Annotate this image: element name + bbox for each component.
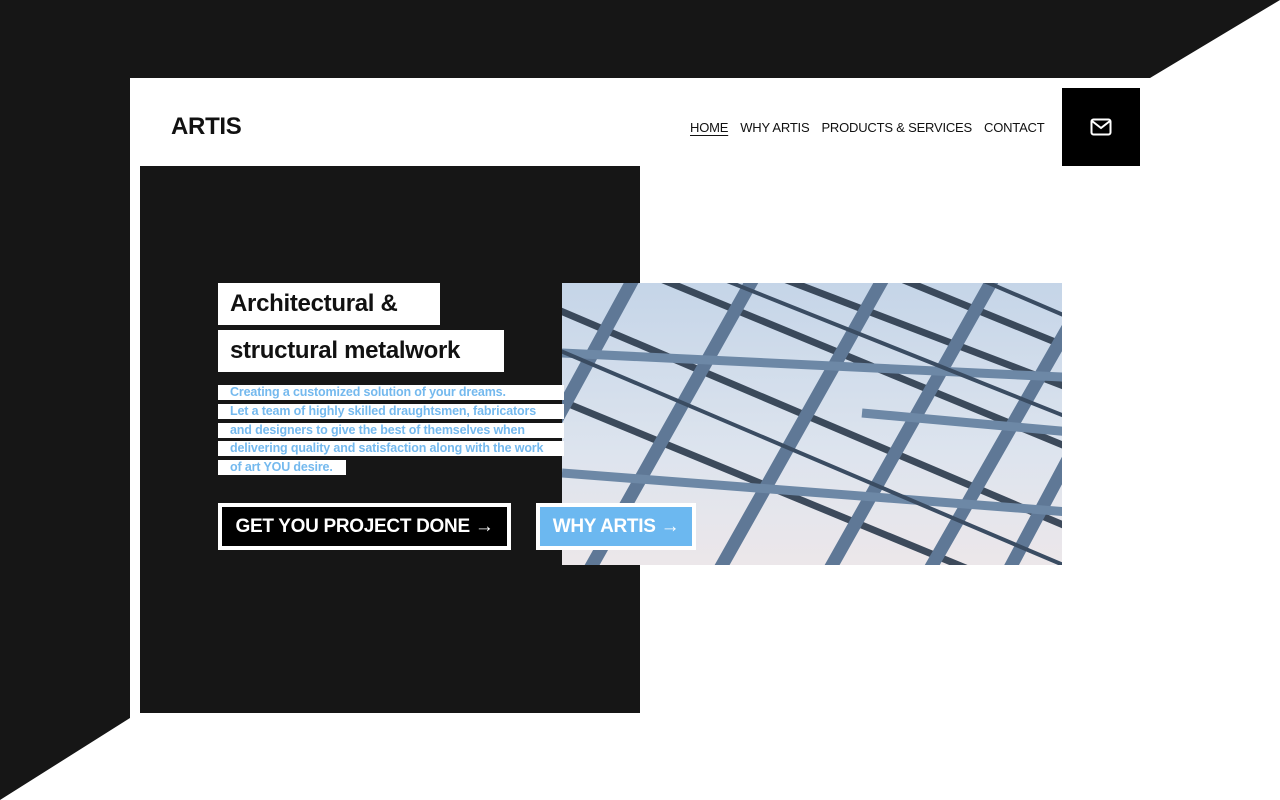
get-project-done-label: GET YOU PROJECT DONE — [235, 515, 470, 537]
mail-icon — [1090, 118, 1112, 136]
arrow-right-icon: → — [660, 515, 680, 537]
get-project-done-button[interactable]: GET YOU PROJECT DONE → — [218, 503, 511, 550]
website-card: ARTIS HOME WHY ARTIS PRODUCTS & SERVICES… — [130, 78, 1150, 718]
main-nav: HOME WHY ARTIS PRODUCTS & SERVICES CONTA… — [690, 120, 1045, 135]
nav-item-why-artis[interactable]: WHY ARTIS — [740, 120, 809, 135]
logo[interactable]: ARTIS — [171, 113, 242, 141]
description-line: of art YOU desire. — [218, 460, 346, 476]
mail-button[interactable] — [1062, 88, 1140, 166]
why-artis-button[interactable]: WHY ARTIS → — [536, 503, 696, 550]
nav-item-home[interactable]: HOME — [690, 120, 728, 135]
headline-line-2: structural metalwork — [218, 330, 504, 372]
description-line: Creating a customized solution of your d… — [218, 385, 564, 400]
why-artis-label: WHY ARTIS — [552, 515, 656, 537]
description-line: and designers to give the best of themse… — [218, 422, 564, 438]
page: ARTIS HOME WHY ARTIS PRODUCTS & SERVICES… — [0, 0, 1280, 800]
nav-item-contact[interactable]: CONTACT — [984, 120, 1045, 135]
hero-description: Creating a customized solution of your d… — [218, 385, 564, 479]
headline-line-1: Architectural & — [218, 283, 440, 325]
arrow-right-icon: → — [474, 515, 494, 537]
description-line: delivering quality and satisfaction alon… — [218, 441, 564, 457]
nav-item-products-services[interactable]: PRODUCTS & SERVICES — [821, 120, 972, 135]
description-line: Let a team of highly skilled draughtsmen… — [218, 403, 564, 419]
